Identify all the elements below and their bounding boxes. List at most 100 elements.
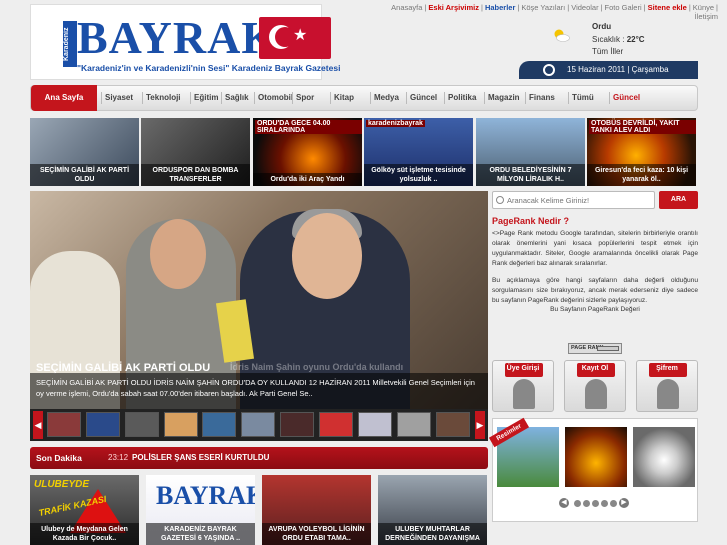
link-separator: | — [643, 3, 646, 12]
strip-prev-arrow-icon[interactable]: ◀ — [33, 411, 43, 439]
news-thumb-caption: Gölköy süt işletme tesisinde yolsuzluk .… — [364, 164, 473, 186]
nav-separator — [444, 92, 445, 104]
thumb-photo-label: OTOBÜS DEVRİLDİ, YAKIT TANKI ALEV ALDI — [589, 120, 696, 134]
nav-item-guncel[interactable]: Güncel — [613, 86, 640, 110]
gallery-dot[interactable] — [583, 500, 590, 507]
strip-thumb[interactable] — [202, 412, 236, 437]
news-thumb[interactable]: karadenizbayrak Gölköy süt işletme tesisi… — [364, 118, 473, 186]
news-thumb[interactable]: ORDUSPOR DAN BOMBA TRANSFERLER — [141, 118, 250, 186]
breaking-news-bar: Son Dakika 23:12 POLİSLER ŞANS ESERİ KURT… — [30, 447, 488, 469]
gallery-photo[interactable] — [565, 427, 627, 487]
slider-thumb-strip: ◀ ▶ — [30, 409, 488, 441]
user-button[interactable]: Üye Girişi — [492, 360, 554, 412]
nav-item[interactable]: Spor — [296, 86, 314, 110]
top-link[interactable]: Sitene ekle — [648, 3, 687, 12]
news-thumb[interactable]: ORDU'DA GECE 04.00 SIRALARINDA Ordu'da ik… — [253, 118, 362, 186]
strip-thumb[interactable] — [164, 412, 198, 437]
news-thumb[interactable]: ORDU BELEDİYESİNİN 7 MİLYON LİRALIK H.. — [476, 118, 585, 186]
turkish-flag-icon: ★ — [259, 17, 331, 59]
news-thumb[interactable]: ULUBEY MUHTARLAR DERNEĞİNDEN DAYANIŞMA — [378, 475, 487, 545]
nav-item[interactable]: Otomobil — [258, 86, 293, 110]
gallery-photo[interactable] — [633, 427, 695, 487]
user-button-label: Üye Girişi — [506, 365, 540, 372]
nav-item[interactable]: Tümü — [572, 86, 594, 110]
nav-item[interactable]: Kitap — [334, 86, 354, 110]
gallery-dot[interactable] — [592, 500, 599, 507]
top-link[interactable]: Köşe Yazıları — [521, 3, 565, 12]
nav-item[interactable]: Siyaset — [105, 86, 133, 110]
logo-side-text: Karadeniz — [63, 21, 77, 67]
nav-item[interactable]: Sağlık — [225, 86, 249, 110]
strip-next-arrow-icon[interactable]: ▶ — [475, 411, 485, 439]
search-button[interactable]: ARA — [659, 191, 698, 209]
strip-thumb[interactable] — [436, 412, 470, 437]
strip-thumb[interactable] — [280, 412, 314, 437]
news-thumb[interactable]: SEÇİMİN GALİBİ AK PARTİ OLDU — [30, 118, 139, 186]
top-link[interactable]: Anasayfa — [391, 3, 422, 12]
nav-separator — [330, 92, 331, 104]
nav-item[interactable]: Teknoloji — [146, 86, 181, 110]
strip-thumb[interactable] — [241, 412, 275, 437]
user-button[interactable]: Şifrem — [636, 360, 698, 412]
nav-item[interactable]: Eğitim — [194, 86, 218, 110]
gallery-next-icon[interactable]: ▶ — [619, 498, 629, 508]
top-link[interactable]: İletişim — [695, 12, 718, 21]
news-thumb[interactable]: BAYRAK KARADENİZ BAYRAK GAZETESİ 6 YAŞIND… — [146, 475, 255, 545]
main-navigation: Ana Sayfa Siyaset Teknoloji Eğitim Sağlık Ot… — [30, 85, 698, 111]
strip-thumb[interactable] — [358, 412, 392, 437]
sun-cloud-icon — [554, 29, 570, 42]
nav-home[interactable]: Ana Sayfa — [31, 85, 97, 111]
pagerank-badge[interactable]: PAGE RANK — [568, 343, 622, 354]
nav-separator — [406, 92, 407, 104]
weather-city: Ordu — [592, 22, 612, 31]
nav-item[interactable]: Güncel — [410, 86, 437, 110]
strip-thumb[interactable] — [397, 412, 431, 437]
gallery-dots — [573, 499, 618, 509]
password-icon — [657, 379, 679, 409]
news-thumb[interactable]: OTOBÜS DEVRİLDİ, YAKIT TANKI ALEV ALDI Gi… — [587, 118, 696, 186]
news-thumb-caption: SEÇİMİN GALİBİ AK PARTİ OLDU — [30, 164, 139, 186]
logo-banner: Karadeniz BAYRAK ★ "Karadeniz'in ve Kara… — [47, 11, 340, 75]
nav-item[interactable]: Politika — [448, 86, 476, 110]
gallery-dot[interactable] — [601, 500, 608, 507]
nav-separator — [370, 92, 371, 104]
gallery-dot[interactable] — [610, 500, 617, 507]
strip-thumb[interactable] — [125, 412, 159, 437]
search-input[interactable] — [507, 194, 651, 207]
news-thumb-caption: KARADENİZ BAYRAK GAZETESİ 6 YAŞINDA .. — [146, 523, 255, 545]
pagerank-paragraph: <>Page Rank metodu Google tarafından, si… — [492, 230, 698, 267]
link-separator: | — [517, 3, 520, 12]
breaking-news-item[interactable]: 23:12 POLİSLER ŞANS ESERİ KURTULDU — [108, 447, 269, 469]
weather-widget: Ordu Sıcaklık : 22°C Tüm İller — [548, 20, 688, 60]
pagerank-section: PageRank Nedir ? <>Page Rank metodu Goog… — [492, 216, 698, 313]
top-link[interactable]: Eski Arşivimiz — [428, 3, 479, 12]
top-link[interactable]: Videolar — [571, 3, 598, 12]
thumb-photo-label: karadenizbayrak — [366, 120, 425, 127]
news-thumb[interactable]: ULUBEYDE TRAFİK KAZASI Ulubey de Meydana G… — [30, 475, 139, 545]
top-link[interactable]: Künye — [693, 3, 714, 12]
user-button[interactable]: Kayıt Ol — [564, 360, 626, 412]
pagerank-bar — [597, 346, 619, 351]
top-link[interactable]: Foto Galeri — [605, 3, 642, 12]
nav-item[interactable]: Magazin — [488, 86, 520, 110]
strip-thumb[interactable] — [86, 412, 120, 437]
nav-item[interactable]: Medya — [374, 86, 399, 110]
headline-slider[interactable]: SEÇİMİN GALİBİ AK PARTİ OLDU İdris Naim … — [30, 191, 488, 409]
site-logo[interactable]: Karadeniz BAYRAK ★ "Karadeniz'in ve Kara… — [30, 4, 340, 80]
user-button-label: Kayıt Ol — [581, 365, 609, 372]
weather-all-cities-link[interactable]: Tüm İller — [592, 47, 623, 56]
nav-separator — [254, 92, 255, 104]
link-separator: | — [716, 3, 718, 12]
nav-separator — [525, 92, 526, 104]
strip-thumb[interactable] — [47, 412, 81, 437]
news-thumb[interactable]: AVRUPA VOLEYBOL LİGİNİN ORDU ETABI TAMA.… — [262, 475, 371, 545]
pagerank-caption: Bu Sayfanın PageRank Değeri — [550, 306, 640, 313]
gallery-dot[interactable] — [574, 500, 581, 507]
user-register-icon — [585, 379, 607, 409]
gallery-prev-icon[interactable]: ◀ — [559, 498, 569, 508]
top-link[interactable]: Haberler — [485, 3, 515, 12]
nav-item[interactable]: Finans — [529, 86, 555, 110]
date-bar: 15 Haziran 2011 | Çarşamba — [519, 61, 698, 79]
thumb-photo-label: ORDU'DA GECE 04.00 SIRALARINDA — [255, 120, 362, 134]
strip-thumb[interactable] — [319, 412, 353, 437]
